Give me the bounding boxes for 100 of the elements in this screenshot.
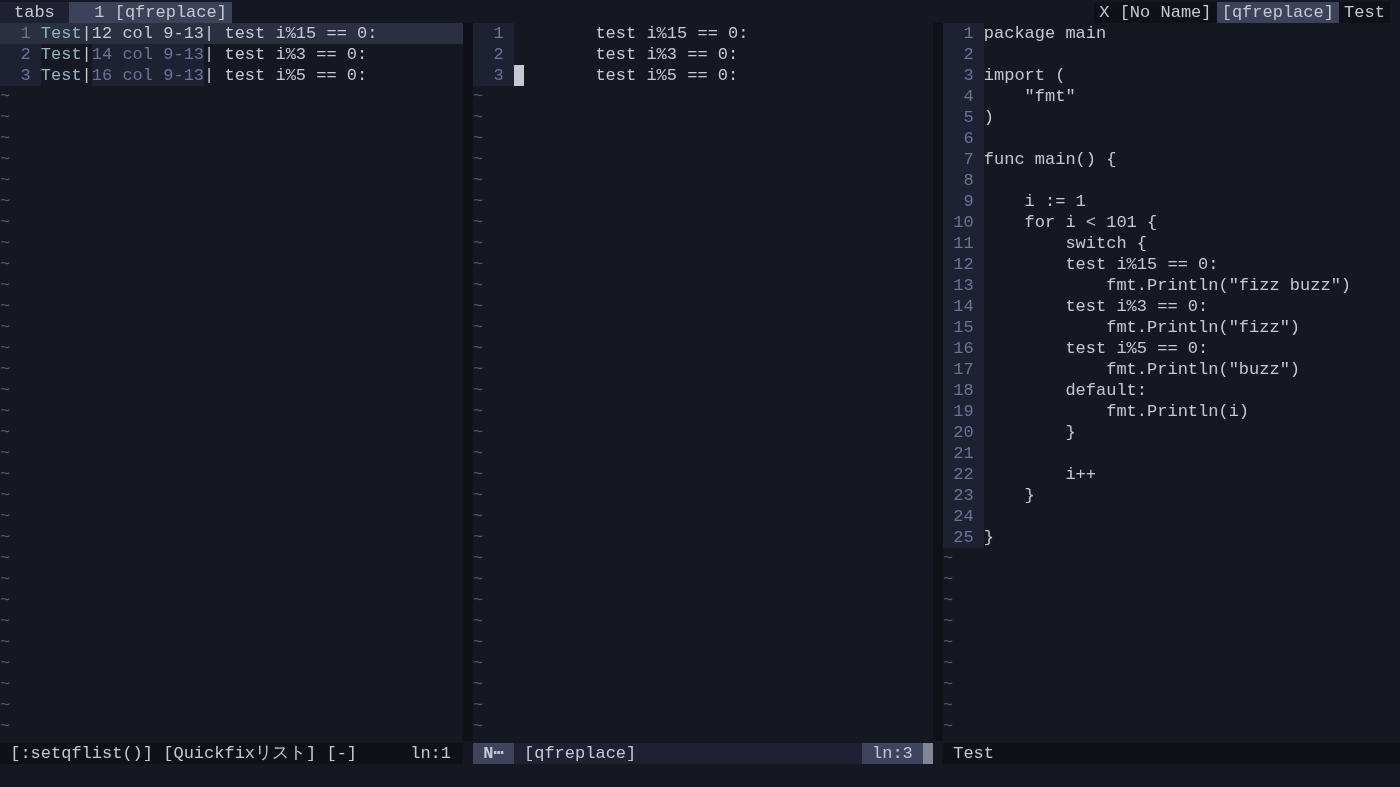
pipe-separator: | <box>204 44 215 65</box>
filler-tilde: ~ <box>0 339 11 358</box>
code-line: test i%5 == 0: <box>594 65 739 86</box>
filler-tilde: ~ <box>0 423 11 442</box>
filler-tilde: ~ <box>0 87 11 106</box>
filler-tilde: ~ <box>943 591 954 610</box>
filler-tilde: ~ <box>0 717 11 736</box>
location-text: 16 col 9-13 <box>91 65 205 86</box>
code-line: fmt.Println("fizz buzz") <box>1105 275 1352 296</box>
filler-tilde: ~ <box>473 276 484 295</box>
status-text: Test <box>952 743 994 764</box>
pipe-separator: | <box>204 65 215 86</box>
status-text: [qfreplace] <box>523 743 637 764</box>
filler-tilde: ~ <box>0 129 11 148</box>
filler-tilde: ~ <box>0 633 11 652</box>
code-line: test i%5 == 0: <box>1064 338 1209 359</box>
buffer-tab[interactable]: [qfreplace] <box>1216 2 1339 23</box>
line-number: 11 <box>943 233 984 254</box>
code-line: for i < 101 { <box>1023 212 1158 233</box>
line-number: 15 <box>943 317 984 338</box>
filler-tilde: ~ <box>0 507 11 526</box>
filler-tilde: ~ <box>473 360 484 379</box>
filler-tilde: ~ <box>473 591 484 610</box>
filler-tilde: ~ <box>473 654 484 673</box>
code-line: func main() { <box>983 149 1117 170</box>
filler-tilde: ~ <box>473 486 484 505</box>
filler-tilde: ~ <box>0 234 11 253</box>
file-name: Test <box>40 44 82 65</box>
filler-tilde: ~ <box>943 570 954 589</box>
line-number: 8 <box>943 170 984 191</box>
code-line: fmt.Println("fizz") <box>1105 317 1301 338</box>
code-line: "fmt" <box>1023 86 1076 107</box>
buffer-tab[interactable]: X <box>1094 2 1115 23</box>
filler-tilde: ~ <box>473 570 484 589</box>
filler-tilde: ~ <box>473 465 484 484</box>
tabline-label: tabs <box>0 2 69 23</box>
filler-tilde: ~ <box>473 192 484 211</box>
filler-tilde: ~ <box>473 549 484 568</box>
filler-tilde: ~ <box>943 675 954 694</box>
match-text: test i%15 == 0: <box>223 23 378 44</box>
filler-tilde: ~ <box>0 612 11 631</box>
filler-tilde: ~ <box>0 549 11 568</box>
buffer-tab[interactable]: Test <box>1339 2 1390 23</box>
filler-tilde: ~ <box>473 381 484 400</box>
filler-tilde: ~ <box>473 234 484 253</box>
line-number: 7 <box>943 149 984 170</box>
filler-tilde: ~ <box>0 381 11 400</box>
filler-tilde: ~ <box>473 213 484 232</box>
line-number: 12 <box>943 254 984 275</box>
match-text: test i%3 == 0: <box>223 44 368 65</box>
filler-tilde: ~ <box>0 654 11 673</box>
mode-indicator: N⋯ <box>473 743 514 764</box>
line-number: 16 <box>943 338 984 359</box>
filler-tilde: ~ <box>473 297 484 316</box>
filler-tilde: ~ <box>943 696 954 715</box>
filler-tilde: ~ <box>0 150 11 169</box>
line-number: 3 <box>943 65 984 86</box>
filler-tilde: ~ <box>0 591 11 610</box>
filler-tilde: ~ <box>0 360 11 379</box>
line-number: 3 <box>0 65 41 86</box>
filler-tilde: ~ <box>473 171 484 190</box>
filler-tilde: ~ <box>473 423 484 442</box>
tab[interactable]: 1 [qfreplace] <box>68 2 233 23</box>
line-number: 23 <box>943 485 984 506</box>
filler-tilde: ~ <box>473 717 484 736</box>
line-number: 24 <box>943 506 984 527</box>
line-number: 10 <box>943 212 984 233</box>
code-line: fmt.Println("buzz") <box>1105 359 1301 380</box>
filler-tilde: ~ <box>0 402 11 421</box>
filler-tilde: ~ <box>473 255 484 274</box>
code-line: test i%15 == 0: <box>1064 254 1219 275</box>
line-number: 6 <box>943 128 984 149</box>
filler-tilde: ~ <box>943 549 954 568</box>
buffer-tab[interactable]: [No Name] <box>1114 2 1217 23</box>
cursor-position: ln:1 <box>410 743 451 764</box>
location-text: 14 col 9-13 <box>91 44 205 65</box>
line-number: 2 <box>473 44 514 65</box>
selected-line-highlight[interactable]: 1 Test|12 col 9-13| test i%15 == 0: <box>0 23 463 44</box>
filler-tilde: ~ <box>473 507 484 526</box>
filler-tilde: ~ <box>943 717 954 736</box>
line-number: 2 <box>943 44 984 65</box>
filler-tilde: ~ <box>473 528 484 547</box>
filler-tilde: ~ <box>0 465 11 484</box>
filler-tilde: ~ <box>943 654 954 673</box>
filler-tilde: ~ <box>473 129 484 148</box>
code-line: i++ <box>1064 464 1096 485</box>
filler-tilde: ~ <box>473 696 484 715</box>
filler-tilde: ~ <box>0 444 11 463</box>
code-line: ) <box>983 107 994 128</box>
line-number: 19 <box>943 401 984 422</box>
line-number: 22 <box>943 464 984 485</box>
code-line: test i%3 == 0: <box>594 44 739 65</box>
cursor-position: ln:3 <box>861 743 923 764</box>
code-line: default: <box>1064 380 1148 401</box>
code-line: test i%3 == 0: <box>1064 296 1209 317</box>
code-line: import ( <box>983 65 1066 86</box>
line-number: 1 <box>943 23 984 44</box>
status-text: [:setqflist()] [Quickfixリスト] [-] <box>9 743 358 764</box>
filler-tilde: ~ <box>943 633 954 652</box>
filler-tilde: ~ <box>0 213 11 232</box>
